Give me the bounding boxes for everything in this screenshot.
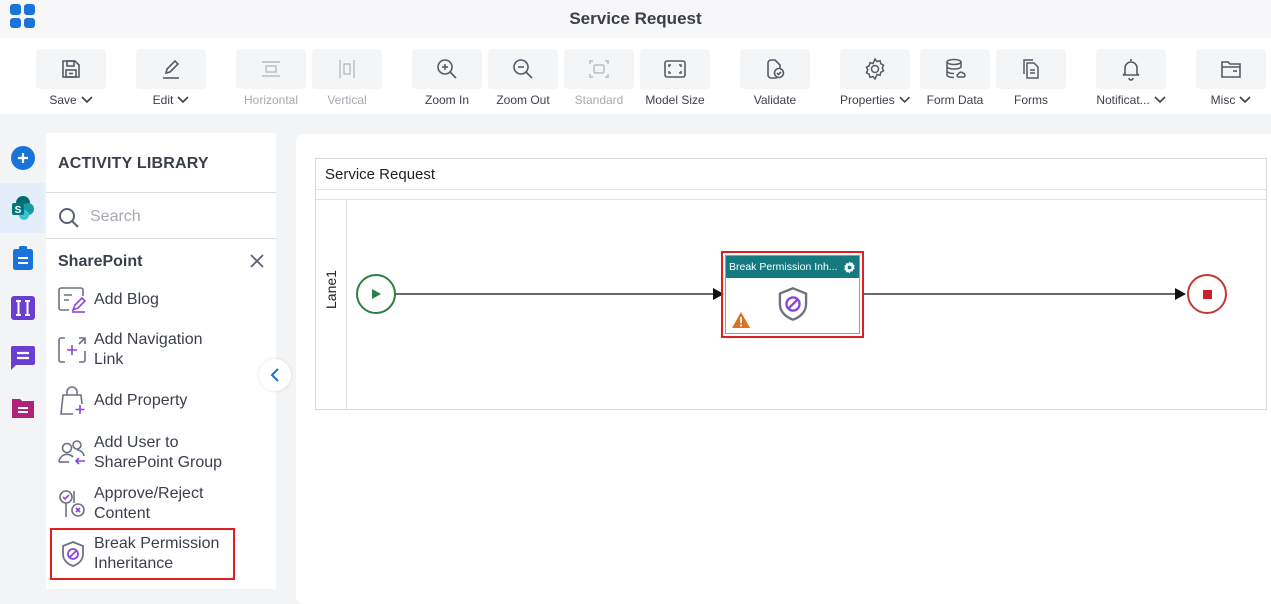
rail-messages[interactable] — [0, 333, 45, 383]
approve-reject-icon — [59, 490, 85, 517]
start-event[interactable] — [356, 274, 396, 314]
library-item-add-navigation-link[interactable]: Add Navigation Link — [50, 331, 234, 368]
task-selection-highlight: Break Permission Inh... — [721, 251, 864, 338]
rail-forms[interactable] — [0, 233, 45, 283]
library-item-add-blog[interactable]: Add Blog — [50, 285, 234, 315]
shield-block-icon — [62, 541, 84, 567]
notifications-button[interactable]: Notificat... — [1096, 49, 1166, 107]
library-item-add-property[interactable]: Add Property — [50, 386, 234, 416]
stop-icon — [1202, 289, 1212, 299]
rail-text[interactable] — [0, 283, 45, 333]
forms-icon — [1023, 59, 1039, 79]
divider — [46, 238, 276, 239]
vertical-layout-icon — [339, 60, 355, 78]
standard-button[interactable]: Standard — [564, 49, 634, 107]
add-blog-icon — [58, 287, 87, 313]
validate-button[interactable]: Validate — [740, 49, 810, 107]
plus-circle-icon — [10, 146, 35, 170]
rail-sharepoint[interactable]: S — [0, 183, 45, 233]
library-title: ACTIVITY LIBRARY — [58, 155, 209, 172]
add-property-icon — [60, 386, 85, 415]
divider — [316, 189, 1266, 190]
standard-size-icon — [589, 60, 609, 78]
play-icon — [372, 289, 381, 299]
misc-button[interactable]: Misc — [1196, 49, 1266, 107]
model-size-icon — [664, 60, 686, 78]
toolbar: Save Edit Horizontal Vertical Zoom In Zo… — [0, 38, 1271, 114]
library-item-approve-reject-content[interactable]: Approve/Reject Content — [50, 483, 234, 525]
shield-block-icon — [778, 287, 808, 321]
add-user-group-icon — [58, 440, 85, 465]
zoom-in-button[interactable]: Zoom In — [412, 49, 482, 107]
search-icon — [59, 208, 79, 228]
sharepoint-icon: S — [11, 196, 34, 220]
chevron-down-icon — [81, 96, 93, 104]
collapse-library-button[interactable] — [259, 359, 291, 391]
add-navigation-link-icon — [58, 337, 86, 363]
form-data-button[interactable]: Form Data — [920, 49, 990, 107]
task-title: Break Permission Inh... — [729, 261, 838, 273]
zoom-out-icon — [513, 59, 533, 79]
pool-title: Service Request — [325, 166, 436, 183]
database-icon — [946, 58, 966, 79]
task-header: Break Permission Inh... — [726, 256, 859, 278]
library-item-add-user-to-sharepoint-group[interactable]: Add User to SharePoint Group — [50, 432, 234, 474]
lane-header — [346, 199, 347, 409]
close-icon[interactable] — [248, 252, 266, 270]
chevron-down-icon — [1239, 96, 1251, 104]
chevron-down-icon — [1154, 96, 1166, 104]
save-icon — [62, 60, 80, 78]
title-bar: Service Request — [0, 0, 1271, 38]
page-title: Service Request — [569, 9, 702, 28]
svg-text:S: S — [14, 205, 21, 216]
zoom-in-icon — [437, 59, 457, 79]
text-field-icon — [10, 296, 35, 320]
vertical-button[interactable]: Vertical — [312, 49, 382, 107]
pencil-icon — [163, 59, 180, 79]
properties-button[interactable]: Properties — [840, 49, 910, 107]
clipboard-icon — [12, 246, 33, 270]
end-event[interactable] — [1187, 274, 1227, 314]
horizontal-button[interactable]: Horizontal — [236, 49, 306, 107]
warning-icon[interactable] — [732, 312, 750, 328]
divider — [46, 192, 276, 193]
category-label: SharePoint — [58, 253, 143, 270]
chevron-left-icon — [270, 368, 279, 382]
gear-icon — [865, 57, 885, 81]
lane-label: Lane1 — [323, 270, 339, 309]
gear-icon[interactable] — [843, 261, 856, 274]
save-button[interactable]: Save — [36, 49, 106, 107]
horizontal-layout-icon — [262, 61, 280, 77]
zoom-out-button[interactable]: Zoom Out — [488, 49, 558, 107]
divider — [316, 199, 1266, 200]
model-size-button[interactable]: Model Size — [640, 49, 710, 107]
rail-documents[interactable] — [0, 383, 45, 433]
activity-library: ACTIVITY LIBRARY SharePoint Add Blog Add… — [46, 133, 276, 589]
folder-doc-icon — [11, 399, 34, 418]
validate-icon — [767, 59, 785, 79]
bell-icon — [1122, 59, 1140, 81]
chevron-down-icon — [899, 96, 910, 103]
task-break-permission-inheritance[interactable]: Break Permission Inh... — [725, 255, 860, 334]
edit-button[interactable]: Edit — [136, 49, 206, 107]
rail-add[interactable] — [0, 133, 45, 183]
forms-button[interactable]: Forms — [996, 49, 1066, 107]
icon-rail: S — [0, 133, 45, 589]
library-item-break-permission-inheritance[interactable]: Break Permission Inheritance — [50, 528, 235, 580]
search-input[interactable] — [90, 205, 260, 229]
chat-icon — [10, 346, 35, 370]
chevron-down-icon — [177, 96, 189, 104]
folder-icon — [1221, 61, 1241, 78]
